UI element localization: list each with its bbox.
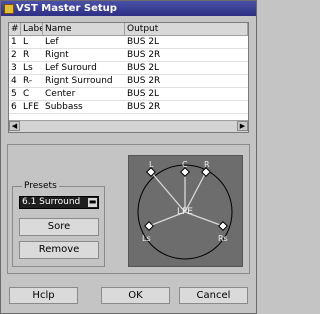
line-right bbox=[184, 171, 207, 213]
preset-select[interactable]: 6.1 Surround ▬ bbox=[19, 196, 99, 209]
cell-number: 3 bbox=[11, 63, 17, 73]
speaker-label-c: C bbox=[182, 160, 188, 169]
speaker-label-rs: Rs bbox=[218, 234, 228, 243]
ok-button[interactable]: OK bbox=[101, 287, 170, 304]
cell-label: R- bbox=[23, 76, 33, 86]
app-icon bbox=[4, 3, 14, 14]
table-row[interactable]: 1 L Lef BUS 2L bbox=[9, 36, 248, 49]
scroll-right-icon[interactable]: ▶ bbox=[237, 121, 248, 131]
cell-label: LFE bbox=[23, 102, 39, 112]
speaker-left-surround-icon[interactable] bbox=[144, 221, 154, 231]
speaker-label-ls: Ls bbox=[142, 234, 151, 243]
cell-number: 4 bbox=[11, 76, 17, 86]
cell-output: BUS 2R bbox=[127, 50, 161, 60]
channel-table: # Labe Name Output 1 L Lef BUS 2L 2 R Ri… bbox=[8, 22, 249, 133]
cell-output: BUS 2R bbox=[127, 102, 161, 112]
col-header-name[interactable]: Name bbox=[43, 23, 125, 35]
table-row[interactable]: 4 R- Rignt Surround BUS 2R bbox=[9, 75, 248, 88]
presets-label: Presets bbox=[22, 181, 59, 191]
help-button[interactable]: Hclp bbox=[9, 287, 78, 304]
line-left bbox=[150, 171, 186, 213]
store-button[interactable]: Sore bbox=[19, 218, 99, 236]
cell-number: 2 bbox=[11, 50, 17, 60]
cell-output: BUS 2L bbox=[127, 63, 160, 73]
col-header-number[interactable]: # bbox=[9, 23, 21, 35]
cell-label: C bbox=[23, 89, 30, 99]
speaker-configuration-display[interactable]: L C R LFE Ls Rs bbox=[128, 155, 243, 267]
preset-select-value: 6.1 Surround bbox=[22, 197, 81, 207]
horizontal-scrollbar[interactable]: ◀ ▶ bbox=[9, 120, 248, 132]
speaker-right-surround-icon[interactable] bbox=[218, 221, 228, 231]
dropdown-arrow-icon[interactable]: ▬ bbox=[88, 198, 97, 207]
cell-label: R bbox=[23, 50, 30, 60]
table-row[interactable]: 3 Ls Lef Surourd BUS 2L bbox=[9, 62, 248, 75]
table-row[interactable]: 2 R Rignt BUS 2R bbox=[9, 49, 248, 62]
vst-master-setup-window: VST Master Setup # Labe Name Output 1 L … bbox=[0, 0, 257, 314]
cell-name: Rignt bbox=[45, 50, 69, 60]
cell-name: Center bbox=[45, 89, 76, 99]
table-row[interactable]: 5 C Center BUS 2L bbox=[9, 88, 248, 101]
cell-label: L bbox=[23, 37, 29, 47]
window-title: VST Master Setup bbox=[16, 3, 117, 14]
cell-name: Lef bbox=[45, 37, 59, 47]
remove-button[interactable]: Remove bbox=[19, 241, 99, 259]
speaker-label-r: R bbox=[204, 160, 210, 169]
cell-output: BUS 2L bbox=[127, 89, 160, 99]
cancel-button[interactable]: Cancel bbox=[179, 287, 248, 304]
speaker-label-l: L bbox=[149, 160, 154, 169]
cell-name: Lef Surourd bbox=[45, 63, 97, 73]
cell-name: Rignt Surround bbox=[45, 76, 113, 86]
speaker-diagram: L C R LFE Ls Rs bbox=[137, 160, 233, 260]
cell-name: Subbass bbox=[45, 102, 83, 112]
speaker-center-icon[interactable] bbox=[180, 167, 190, 177]
col-header-label[interactable]: Labe bbox=[21, 23, 43, 35]
title-bar[interactable]: VST Master Setup bbox=[1, 1, 256, 16]
cell-output: BUS 2L bbox=[127, 37, 160, 47]
table-header: # Labe Name Output bbox=[9, 23, 248, 36]
cell-number: 6 bbox=[11, 102, 17, 112]
cell-number: 5 bbox=[11, 89, 17, 99]
scroll-left-icon[interactable]: ◀ bbox=[9, 121, 20, 131]
speaker-label-lfe: LFE bbox=[177, 207, 193, 217]
cell-number: 1 bbox=[11, 37, 17, 47]
table-row[interactable]: 6 LFE Subbass BUS 2R bbox=[9, 101, 248, 114]
cell-output: BUS 2R bbox=[127, 76, 161, 86]
cell-label: Ls bbox=[23, 63, 33, 73]
col-header-output[interactable]: Output bbox=[125, 23, 248, 35]
